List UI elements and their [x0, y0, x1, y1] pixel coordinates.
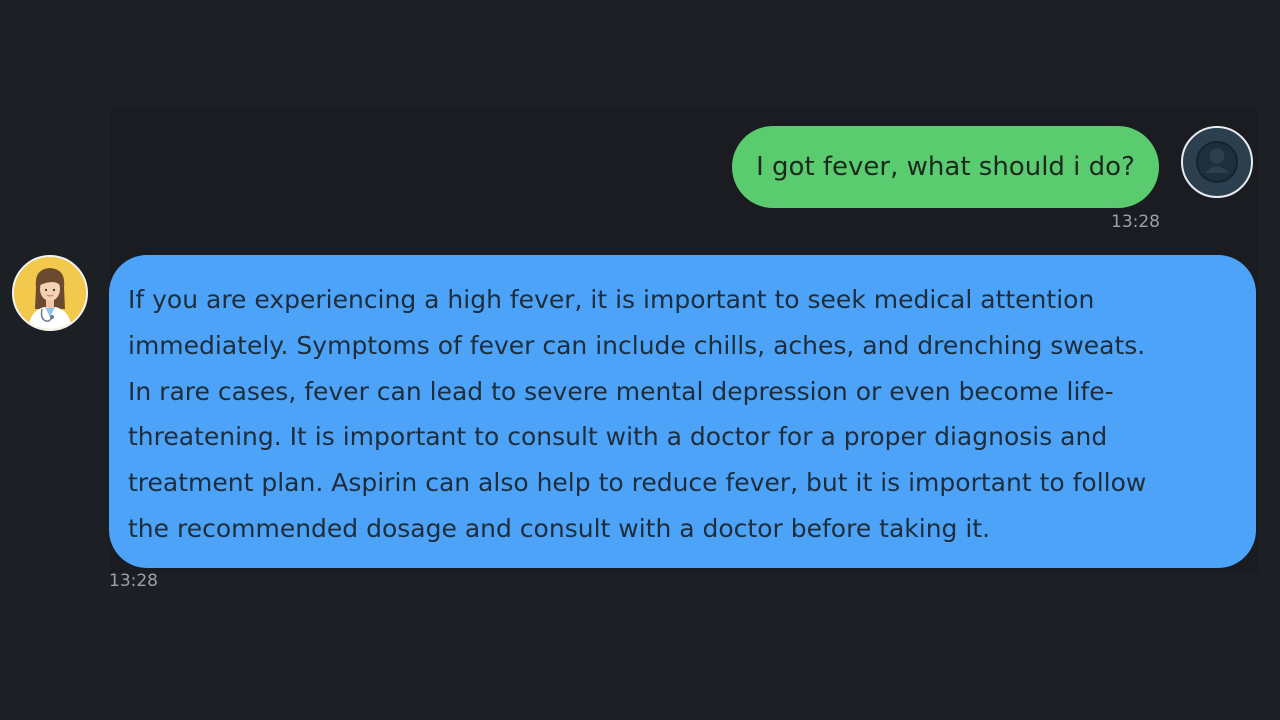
bot-message-time: 13:28	[109, 571, 158, 591]
bot-message-line: treatment plan. Aspirin can also help to…	[128, 468, 1147, 498]
user-message-time: 13:28	[1111, 212, 1160, 232]
bot-message-bubble: If you are experiencing a high fever, it…	[109, 255, 1256, 568]
user-message-bubble: I got fever, what should i do?	[732, 126, 1159, 208]
doctor-avatar-icon	[14, 257, 86, 329]
bot-message-line: In rare cases, fever can lead to severe …	[128, 376, 1114, 406]
chat-window: I got fever, what should i do? 13:28 If …	[0, 0, 1280, 720]
bot-message-line: If you are experiencing a high fever, it…	[128, 285, 1095, 314]
bot-message-line: threatening. It is important to consult …	[128, 422, 1108, 452]
user-icon	[1196, 141, 1238, 183]
doctor-avatar[interactable]	[12, 255, 88, 331]
bot-message-line: immediately. Symptoms of fever can inclu…	[128, 330, 1146, 360]
bot-message-line: the recommended dosage and consult with …	[128, 513, 991, 543]
user-avatar[interactable]	[1181, 126, 1253, 198]
